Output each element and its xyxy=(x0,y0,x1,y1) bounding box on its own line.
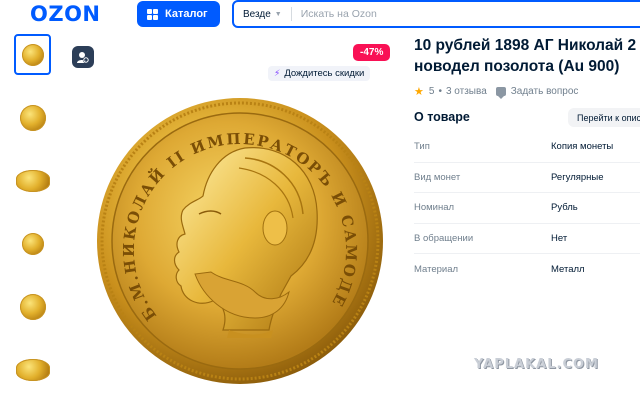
thumbnail[interactable] xyxy=(14,286,51,327)
thumbnail[interactable] xyxy=(14,34,51,75)
star-icon: ★ xyxy=(414,86,424,98)
spec-value: Металл xyxy=(551,263,585,275)
thumbnail-image xyxy=(21,43,44,66)
search-input[interactable] xyxy=(300,8,551,20)
grid-icon xyxy=(147,8,158,20)
spec-value: Рубль xyxy=(551,202,578,214)
header: OZON Каталог Везде ▼ xyxy=(0,0,640,30)
search-scope-label: Везде xyxy=(243,8,271,20)
search-scope-select[interactable]: Везде ▼ xyxy=(234,9,282,20)
spec-value: Нет xyxy=(551,232,568,244)
thumbnail-image xyxy=(19,293,46,320)
product-title-line: новодел позолота (Au 900) xyxy=(414,58,620,75)
thumbnail-image xyxy=(15,358,50,381)
catalog-label: Каталог xyxy=(165,8,208,20)
product-title-line: 10 рублей 1898 АГ Николай 2 xyxy=(414,37,637,54)
spec-name: Тип xyxy=(414,141,430,153)
spec-name: Номинал xyxy=(414,202,455,214)
spec-name: Материал xyxy=(414,263,459,275)
watermark: YAPLAKAL.COM xyxy=(474,357,599,372)
goto-description-button[interactable]: Перейти к описанию xyxy=(568,108,640,127)
thumbnail[interactable] xyxy=(14,97,51,138)
chevron-down-icon: ▼ xyxy=(274,10,282,18)
spec-name: В обращении xyxy=(414,232,474,244)
thumbnail-image xyxy=(21,232,44,255)
wait-discount-label: Дождитесь скидки xyxy=(284,68,365,79)
search-bar: Везде ▼ xyxy=(232,0,640,28)
ask-question-label: Задать вопрос xyxy=(510,86,579,97)
spec-row: В обращении Нет xyxy=(414,224,640,254)
about-section-title: О товаре xyxy=(414,110,470,124)
reviews-link[interactable]: 3 отзыва xyxy=(446,86,487,97)
lightning-icon: ⚡ xyxy=(274,68,281,78)
thumbnail[interactable] xyxy=(14,223,51,264)
thumbnail-list xyxy=(14,34,52,395)
search-divider xyxy=(290,7,292,21)
spec-row: Номинал Рубль xyxy=(414,193,640,224)
separator-dot: • xyxy=(438,86,442,97)
spec-row: Тип Копия монеты xyxy=(414,132,640,163)
product-title: 10 рублей 1898 АГ Николай 2 новодел позо… xyxy=(414,35,640,77)
rating-value: 5 xyxy=(428,86,435,97)
spec-value: Регулярные xyxy=(551,171,604,183)
ozon-logo[interactable]: OZON xyxy=(30,2,101,26)
spec-row: Материал Металл xyxy=(414,254,640,285)
wait-discount-button[interactable]: ⚡ Дождитесь скидки xyxy=(268,66,371,81)
thumbnail-image xyxy=(15,169,50,192)
spec-name: Вид монет xyxy=(414,171,461,183)
thumbnail[interactable] xyxy=(14,349,51,390)
catalog-button[interactable]: Каталог xyxy=(137,1,220,27)
discount-badge: -47% xyxy=(353,44,391,61)
thumbnail-image xyxy=(19,104,46,131)
product-main-image[interactable]: Б.М.НИКОЛАЙ II ИМПЕРАТОРЪ И САМОДЕРЖЕЦЪ … xyxy=(84,72,385,386)
ask-question-button[interactable]: Задать вопрос xyxy=(495,86,579,99)
thumbnail[interactable] xyxy=(14,160,51,201)
rating-row: ★ 5 • 3 отзыва Задать вопрос xyxy=(414,85,579,99)
share-icon[interactable] xyxy=(72,46,94,68)
spec-value: Копия монеты xyxy=(551,141,614,153)
spec-row: Вид монет Регулярные xyxy=(414,163,640,193)
chat-icon xyxy=(495,87,506,99)
specs-list: Тип Копия монеты Вид монет Регулярные Но… xyxy=(414,132,640,285)
